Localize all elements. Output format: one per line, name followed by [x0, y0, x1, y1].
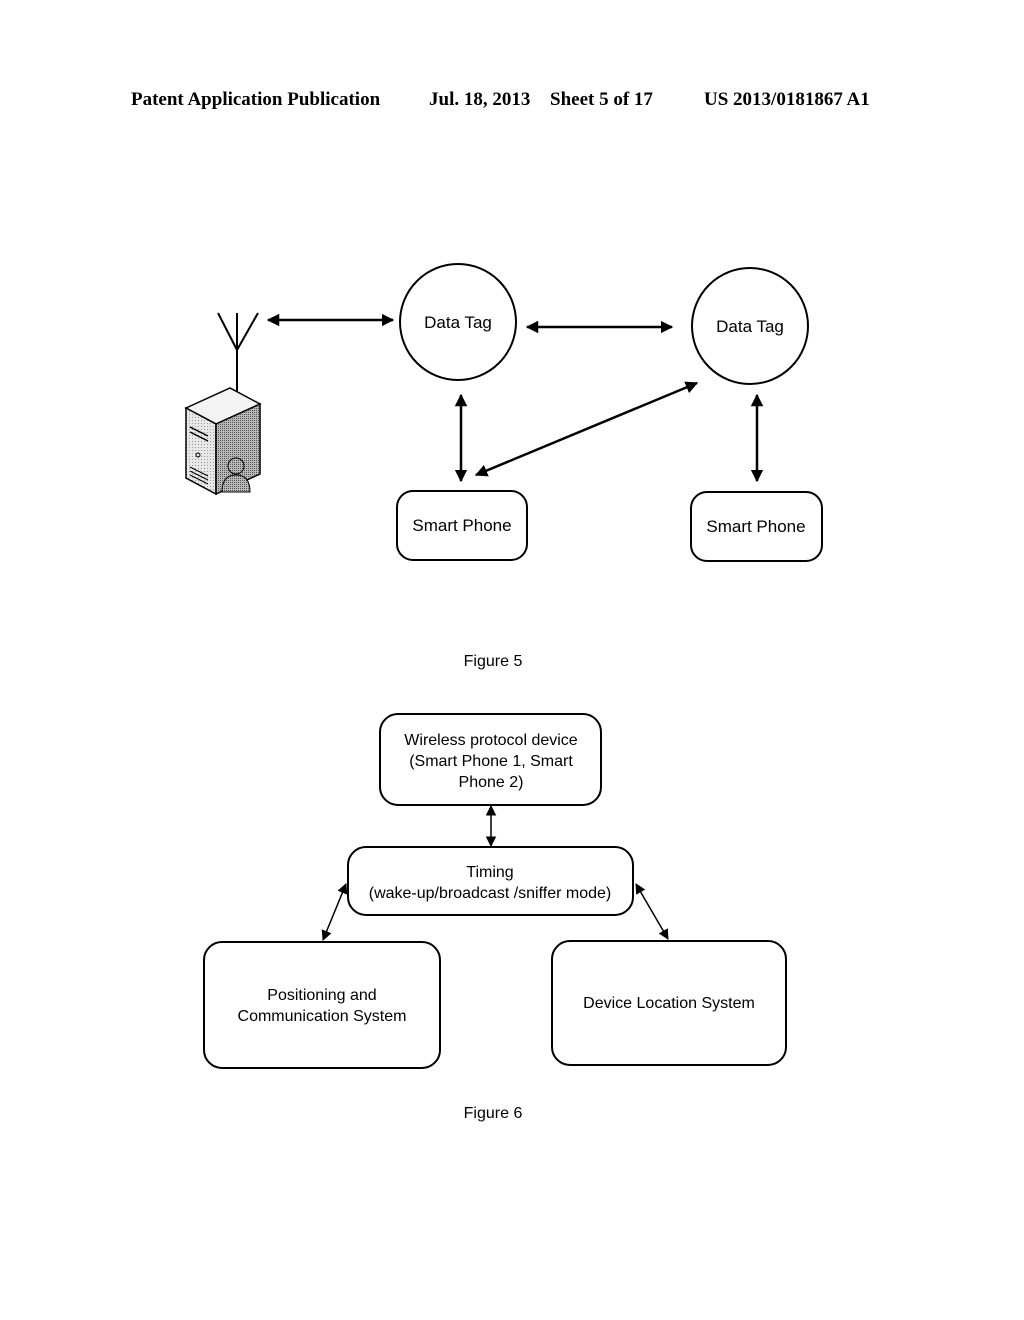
data-tag-1-label: Data Tag: [424, 313, 492, 332]
device-location-label: Device Location System: [583, 995, 755, 1012]
data-tag-2-label: Data Tag: [716, 317, 784, 336]
antenna-icon: [217, 312, 259, 392]
smart-phone-2-node: Smart Phone: [690, 491, 823, 562]
data-tag-2-node: Data Tag: [691, 267, 809, 385]
timing-node: Timing (wake-up/broadcast /sniffer mode): [347, 846, 634, 916]
smart-phone-2-label: Smart Phone: [706, 517, 805, 536]
patent-sheet: Patent Application Publication Jul. 18, …: [0, 0, 1024, 1320]
wireless-protocol-device-node: Wireless protocol device (Smart Phone 1,…: [379, 713, 602, 806]
wireless-label-line-1: Wireless protocol device: [404, 732, 578, 749]
wireless-label-line-3: Phone 2): [459, 774, 524, 791]
server-with-antenna-icon: [184, 312, 262, 496]
figure-6-caption: Figure 6: [464, 1105, 523, 1122]
wireless-label-line-2: (Smart Phone 1, Smart: [409, 753, 573, 770]
figure-5-caption: Figure 5: [464, 653, 523, 670]
arrow-timing-positioning: [321, 883, 348, 941]
smart-phone-1-node: Smart Phone: [396, 490, 528, 561]
arrow-timing-device-location: [635, 883, 669, 940]
diagram-canvas: Data Tag Data Tag Smart Phone Smart Phon…: [184, 263, 823, 1122]
timing-label-line-1: Timing: [466, 864, 513, 881]
positioning-label-line-2: Communication System: [238, 1008, 407, 1025]
positioning-communication-system-node: Positioning and Communication System: [203, 941, 441, 1069]
timing-label-line-2: (wake-up/broadcast /sniffer mode): [369, 885, 611, 902]
data-tag-1-node: Data Tag: [399, 263, 517, 381]
smart-phone-1-label: Smart Phone: [412, 516, 511, 535]
server-icon: [184, 387, 262, 496]
arrow-datatag2-smartphone1: [474, 381, 699, 477]
positioning-label-line-1: Positioning and: [267, 987, 376, 1004]
device-location-system-node: Device Location System: [551, 940, 787, 1066]
